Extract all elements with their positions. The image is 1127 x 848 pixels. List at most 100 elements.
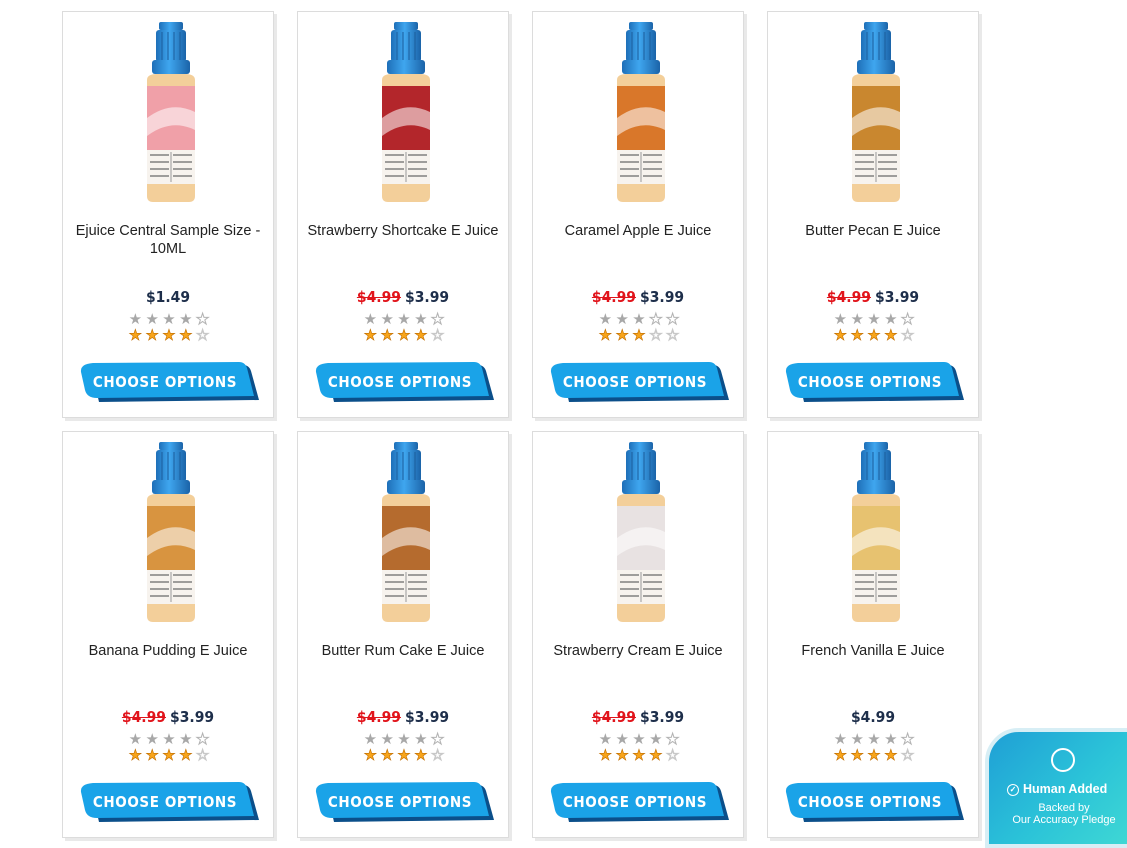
current-price: $3.99: [170, 708, 215, 726]
button-label: CHOOSE OPTIONS: [562, 793, 708, 811]
product-name[interactable]: Banana Pudding E Juice: [69, 642, 267, 660]
rating-star-icon: ★: [397, 311, 411, 328]
rating-star-icon: ★: [884, 731, 898, 748]
rating-star-icon: ★: [632, 327, 646, 344]
rating-star-icon: ☆: [900, 327, 915, 344]
button-label: CHOOSE OPTIONS: [92, 373, 238, 391]
star-rating: ★ ★ ★ ★ ★ ★ ★ ★ ★ ☆: [127, 311, 211, 346]
rating-star-icon: ★: [867, 747, 881, 764]
product-card[interactable]: Banana Pudding E Juice $4.99 $3.99 ★ ★ ★ ★ ★ ★…: [62, 431, 274, 838]
rating-star-icon: ★: [632, 747, 646, 764]
product-bottle-image: [852, 442, 900, 622]
rating-star-icon: ★: [632, 311, 646, 328]
rating-star-icon: ☆: [195, 747, 210, 764]
product-name[interactable]: Strawberry Cream E Juice: [539, 642, 737, 660]
product-price: $4.99 $3.99: [298, 708, 508, 726]
rating-star-icon: ★: [850, 747, 864, 764]
product-card[interactable]: Strawberry Shortcake E Juice $4.99 $3.99 …: [297, 11, 509, 418]
product-bottle-image: [617, 442, 665, 622]
choose-options-button[interactable]: CHOOSE OPTIONS: [549, 362, 729, 402]
choose-options-button[interactable]: CHOOSE OPTIONS: [314, 362, 494, 402]
rating-star-icon: ★: [850, 311, 864, 328]
rating-star-icon: ★: [833, 311, 848, 328]
product-card[interactable]: Butter Pecan E Juice $4.99 $3.99 ★ ★ ★ ★ ★ ★ ★ ★…: [767, 11, 979, 418]
choose-options-button[interactable]: CHOOSE OPTIONS: [79, 782, 259, 822]
rating-star-icon: ★: [397, 731, 411, 748]
product-bottle-image: [147, 22, 195, 202]
rating-star-icon: ☆: [665, 747, 680, 764]
original-price: $4.99: [591, 708, 636, 726]
product-bottle-image: [617, 22, 665, 202]
button-label: CHOOSE OPTIONS: [327, 373, 473, 391]
rating-star-icon: ★: [632, 731, 646, 748]
rating-star-icon: ★: [615, 311, 629, 328]
rating-star-icon: ★: [179, 327, 193, 344]
product-card[interactable]: Butter Rum Cake E Juice $4.99 $3.99 ★ ★ ★ ★ ★…: [297, 431, 509, 838]
product-name[interactable]: Butter Pecan E Juice: [774, 222, 972, 240]
rating-star-icon: ★: [665, 311, 680, 328]
rating-star-icon: ★: [363, 747, 378, 764]
rating-star-icon: ★: [598, 327, 613, 344]
product-card[interactable]: Caramel Apple E Juice $4.99 $3.99 ★ ★ ★ ★ ★ ★ ★…: [532, 11, 744, 418]
rating-star-icon: ★: [162, 747, 176, 764]
button-label: CHOOSE OPTIONS: [562, 373, 708, 391]
choose-options-button[interactable]: CHOOSE OPTIONS: [784, 362, 964, 402]
rating-star-icon: ★: [380, 327, 394, 344]
rating-star-icon: ★: [665, 731, 680, 748]
product-price: $4.99 $3.99: [63, 708, 273, 726]
current-price: $3.99: [405, 708, 450, 726]
rating-star-icon: ★: [900, 311, 915, 328]
rating-star-icon: ☆: [649, 327, 663, 344]
rating-star-icon: ★: [884, 327, 898, 344]
button-label: CHOOSE OPTIONS: [92, 793, 238, 811]
rating-star-icon: ★: [128, 327, 143, 344]
product-card[interactable]: Ejuice Central Sample Size - 10ML $1.49 …: [62, 11, 274, 418]
rating-star-icon: ★: [380, 731, 394, 748]
rating-star-icon: ★: [649, 731, 663, 748]
product-price: $4.99: [768, 708, 978, 726]
rating-star-icon: ★: [649, 311, 663, 328]
choose-options-button[interactable]: CHOOSE OPTIONS: [549, 782, 729, 822]
rating-star-icon: ★: [884, 747, 898, 764]
rating-star-icon: ★: [850, 327, 864, 344]
star-rating: ★ ★ ★ ★ ★ ★ ★ ★ ★ ☆: [362, 731, 446, 766]
current-price: $3.99: [405, 288, 450, 306]
rating-star-icon: ★: [414, 747, 428, 764]
rating-star-icon: ☆: [430, 327, 445, 344]
original-price: $4.99: [356, 288, 401, 306]
rating-star-icon: ★: [195, 731, 210, 748]
accuracy-badge[interactable]: ✓ Human Added Backed by Our Accuracy Pled…: [985, 728, 1127, 848]
rating-star-icon: ★: [145, 747, 159, 764]
rating-star-icon: ★: [363, 327, 378, 344]
product-card[interactable]: French Vanilla E Juice $4.99 ★ ★ ★ ★ ★ ★ ★ ★ ★ ☆ …: [767, 431, 979, 838]
current-price: $1.49: [145, 288, 191, 306]
choose-options-button[interactable]: CHOOSE OPTIONS: [79, 362, 259, 402]
current-price: $4.99: [850, 708, 896, 726]
product-price: $4.99 $3.99: [298, 288, 508, 306]
current-price: $3.99: [875, 288, 920, 306]
rating-star-icon: ★: [615, 731, 629, 748]
product-name[interactable]: Strawberry Shortcake E Juice: [304, 222, 502, 240]
rating-star-icon: ★: [162, 731, 176, 748]
rating-star-icon: ★: [867, 327, 881, 344]
choose-options-button[interactable]: CHOOSE OPTIONS: [314, 782, 494, 822]
product-card[interactable]: Strawberry Cream E Juice $4.99 $3.99 ★ ★ ★ ★…: [532, 431, 744, 838]
button-label: CHOOSE OPTIONS: [797, 793, 943, 811]
product-name[interactable]: Ejuice Central Sample Size - 10ML: [69, 222, 267, 258]
rating-star-icon: ★: [833, 747, 848, 764]
rating-star-icon: ★: [179, 747, 193, 764]
product-name[interactable]: Caramel Apple E Juice: [539, 222, 737, 240]
rating-star-icon: ★: [598, 747, 613, 764]
rating-star-icon: ★: [430, 311, 445, 328]
check-icon: ✓: [1007, 783, 1019, 796]
rating-star-icon: ★: [649, 747, 663, 764]
product-bottle-image: [382, 22, 430, 202]
choose-options-button[interactable]: CHOOSE OPTIONS: [784, 782, 964, 822]
button-label: CHOOSE OPTIONS: [797, 373, 943, 391]
rating-star-icon: ★: [833, 731, 848, 748]
rating-star-icon: ★: [414, 731, 428, 748]
rating-star-icon: ★: [598, 731, 613, 748]
product-name[interactable]: French Vanilla E Juice: [774, 642, 972, 660]
product-name[interactable]: Butter Rum Cake E Juice: [304, 642, 502, 660]
rating-star-icon: ★: [397, 327, 411, 344]
